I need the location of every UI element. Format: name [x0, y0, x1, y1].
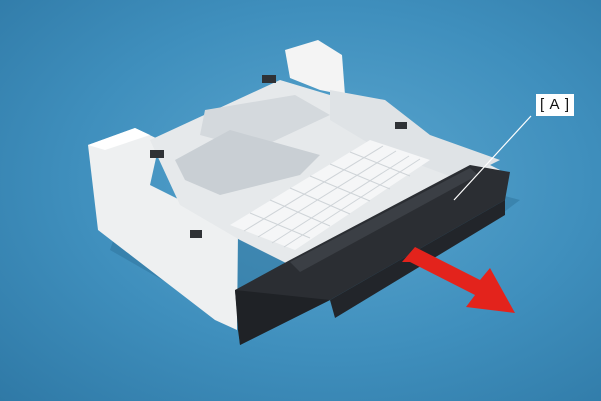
latch-clip [150, 150, 164, 158]
callout-label-a: [ A ] [536, 94, 574, 116]
product-photo: [ A ] [0, 0, 601, 401]
paper-cassette-unit-illustration [88, 40, 532, 345]
latch-clip [395, 122, 407, 129]
latch-clip [262, 75, 276, 83]
arrow-right-down-icon [402, 247, 515, 313]
latch-clip [190, 230, 202, 238]
